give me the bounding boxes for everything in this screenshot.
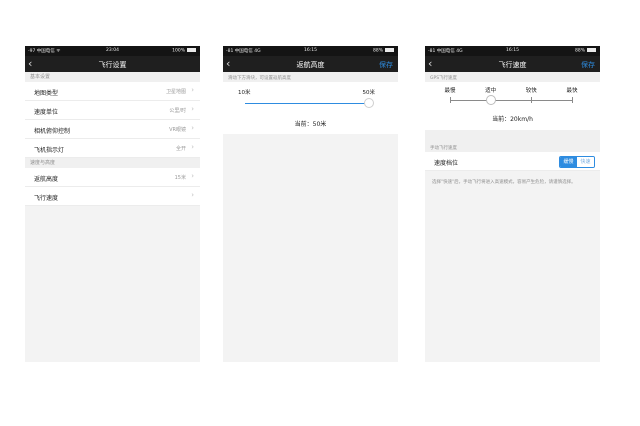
section-header-gps: GPS飞行速度 [425,72,600,82]
gps-speed-card: 最慢 适中 较快 最快 当前：20km/h [425,82,600,130]
clock: 16:15 [506,48,519,53]
section-header-manual: 手动飞行速度 [425,142,600,152]
section-header-basic: 基本设置 [25,72,200,82]
spacer [425,130,600,142]
row-label: 速度单位 [34,109,59,116]
row-label: 相机俯仰控制 [34,128,71,135]
row-label: 地图类型 [34,90,59,97]
row-speed-unit[interactable]: 速度单位 公里/时 › [25,101,200,120]
battery-percent: 100% [172,48,185,54]
status-bar: -97 中国电信 ᯤ 23:04 100% [25,46,200,56]
battery-icon [385,48,394,52]
nav-bar: ‹ 返航高度 保存 [223,56,398,72]
row-aircraft-lights[interactable]: 飞机指示灯 全开 › [25,139,200,158]
page-title: 飞行设置 [98,61,127,69]
nav-bar: ‹ 飞行设置 [25,56,200,72]
chevron-right-icon: › [191,124,194,132]
gps-speed-handle[interactable] [485,95,496,105]
battery-icon [587,48,596,52]
current-speed: 当前：20km/h [492,116,533,123]
status-bar: -81 中国电信 4G 16:15 88% [223,46,398,56]
row-speed-gear: 速度档位 缓慢 快速 [425,152,600,171]
speed-level-label[interactable]: 最快 [562,86,582,94]
battery: 100% [172,48,196,54]
row-value: 公里/时 [169,108,186,114]
slider-hint: 滑动下方滑块，可设置返航高度 [223,72,398,82]
speed-tick [450,97,451,103]
status-bar: -81 中国电信 4G 16:15 88% [425,46,600,56]
chevron-right-icon: › [191,105,194,113]
row-return-height[interactable]: 返航高度 15米 › [25,168,200,187]
height-slider-handle[interactable] [364,98,374,108]
save-button[interactable]: 保存 [581,60,595,70]
gear-warning-note: 选择"快速"后，手动飞行将进入高速模式，容易产生危险，请谨慎选择。 [432,180,576,185]
page-title: 飞行速度 [498,61,527,69]
section-header-speed: 速度与高度 [25,158,200,168]
clock: 16:15 [304,48,317,53]
chevron-right-icon: › [191,143,194,151]
speed-level-label[interactable]: 适中 [481,86,501,94]
battery-icon [187,48,196,52]
screen-flight-speed: -81 中国电信 4G 16:15 88% ‹ 飞行速度 保存 GPS飞行速度 … [425,46,600,362]
gear-option-slow[interactable]: 缓慢 [560,157,577,167]
row-label: 飞机指示灯 [34,147,65,154]
row-value: 15米 [174,175,186,181]
chevron-right-icon: › [191,191,194,199]
screen-return-height: -81 中国电信 4G 16:15 88% ‹ 返航高度 保存 滑动下方滑块，可… [223,46,398,362]
speed-tick [572,97,573,103]
height-slider-card: 10米 50米 当前：50米 [223,82,398,134]
speed-gear-toggle: 缓慢 快速 [559,156,595,168]
battery: 88% [373,48,394,54]
speed-level-label[interactable]: 较快 [521,86,541,94]
battery-percent: 88% [574,48,585,54]
speed-tick [531,97,533,103]
screen-flight-settings: -97 中国电信 ᯤ 23:04 100% ‹ 飞行设置 基本设置 地图类型 卫… [25,46,200,362]
gear-option-fast[interactable]: 快速 [577,157,594,167]
speed-level-label[interactable]: 最慢 [440,86,460,94]
chevron-right-icon: › [191,86,194,94]
nav-bar: ‹ 飞行速度 保存 [425,56,600,72]
battery-percent: 88% [372,48,383,54]
gps-speed-track[interactable] [450,100,572,101]
row-value: 卫星地图 [165,89,186,95]
battery: 88% [575,48,596,54]
row-label: 飞行速度 [34,195,59,202]
row-label: 返航高度 [34,176,59,183]
save-button[interactable]: 保存 [379,60,393,70]
row-value: VR眼镜 [169,127,186,133]
row-label: 速度档位 [434,160,459,167]
row-camera-pitch[interactable]: 相机俯仰控制 VR眼镜 › [25,120,200,139]
slider-max-label: 50米 [362,90,376,96]
page-title: 返航高度 [296,61,325,69]
height-slider-track[interactable] [245,103,369,104]
chevron-right-icon: › [191,172,194,180]
row-map-type[interactable]: 地图类型 卫星地图 › [25,82,200,101]
slider-min-label: 10米 [238,90,251,96]
current-height: 当前：50米 [294,121,327,128]
row-value: 全开 [175,146,186,152]
row-flight-speed[interactable]: 飞行速度 › [25,187,200,206]
